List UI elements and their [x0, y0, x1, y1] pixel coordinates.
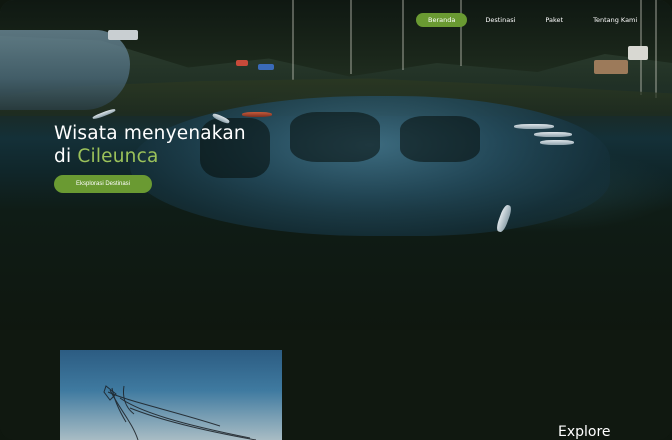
boat [534, 132, 572, 137]
tree-trunk [655, 0, 657, 98]
boat [540, 140, 574, 145]
nav-item-beranda[interactable]: Beranda [416, 13, 468, 27]
hero-title-line1: Wisata menyenakan [54, 123, 246, 144]
boat [242, 112, 272, 117]
tree-reflection [400, 116, 480, 162]
tree-trunk [292, 0, 294, 80]
boat [514, 124, 554, 129]
tree-trunk [350, 0, 352, 74]
tree-trunk [460, 0, 462, 66]
building [236, 60, 248, 66]
building [628, 46, 648, 60]
nav-item-paket[interactable]: Paket [533, 13, 575, 27]
section-heading: Explore [558, 424, 611, 440]
explore-destination-button[interactable]: Eksplorasi Destinasi [54, 175, 152, 193]
hero-title-highlight: Cileunca [77, 146, 159, 167]
fishing-net-photo [60, 350, 282, 440]
lake-left [0, 30, 130, 110]
nav-item-tentang-kami[interactable]: Tentang Kami [581, 13, 649, 27]
main-nav: Beranda Destinasi Paket Tentang Kami [416, 12, 649, 28]
nav-item-destinasi[interactable]: Destinasi [473, 13, 527, 27]
building [258, 64, 274, 70]
tree-trunk [402, 0, 404, 70]
landing-page: Beranda Destinasi Paket Tentang Kami Wis… [0, 0, 672, 440]
building [594, 60, 628, 74]
tree-reflection [290, 112, 380, 162]
building [108, 30, 138, 40]
fishing-net-illustration [103, 385, 257, 440]
hero-title: Wisata menyenakan di Cileunca [54, 122, 246, 168]
hero-title-prefix: di [54, 146, 78, 167]
